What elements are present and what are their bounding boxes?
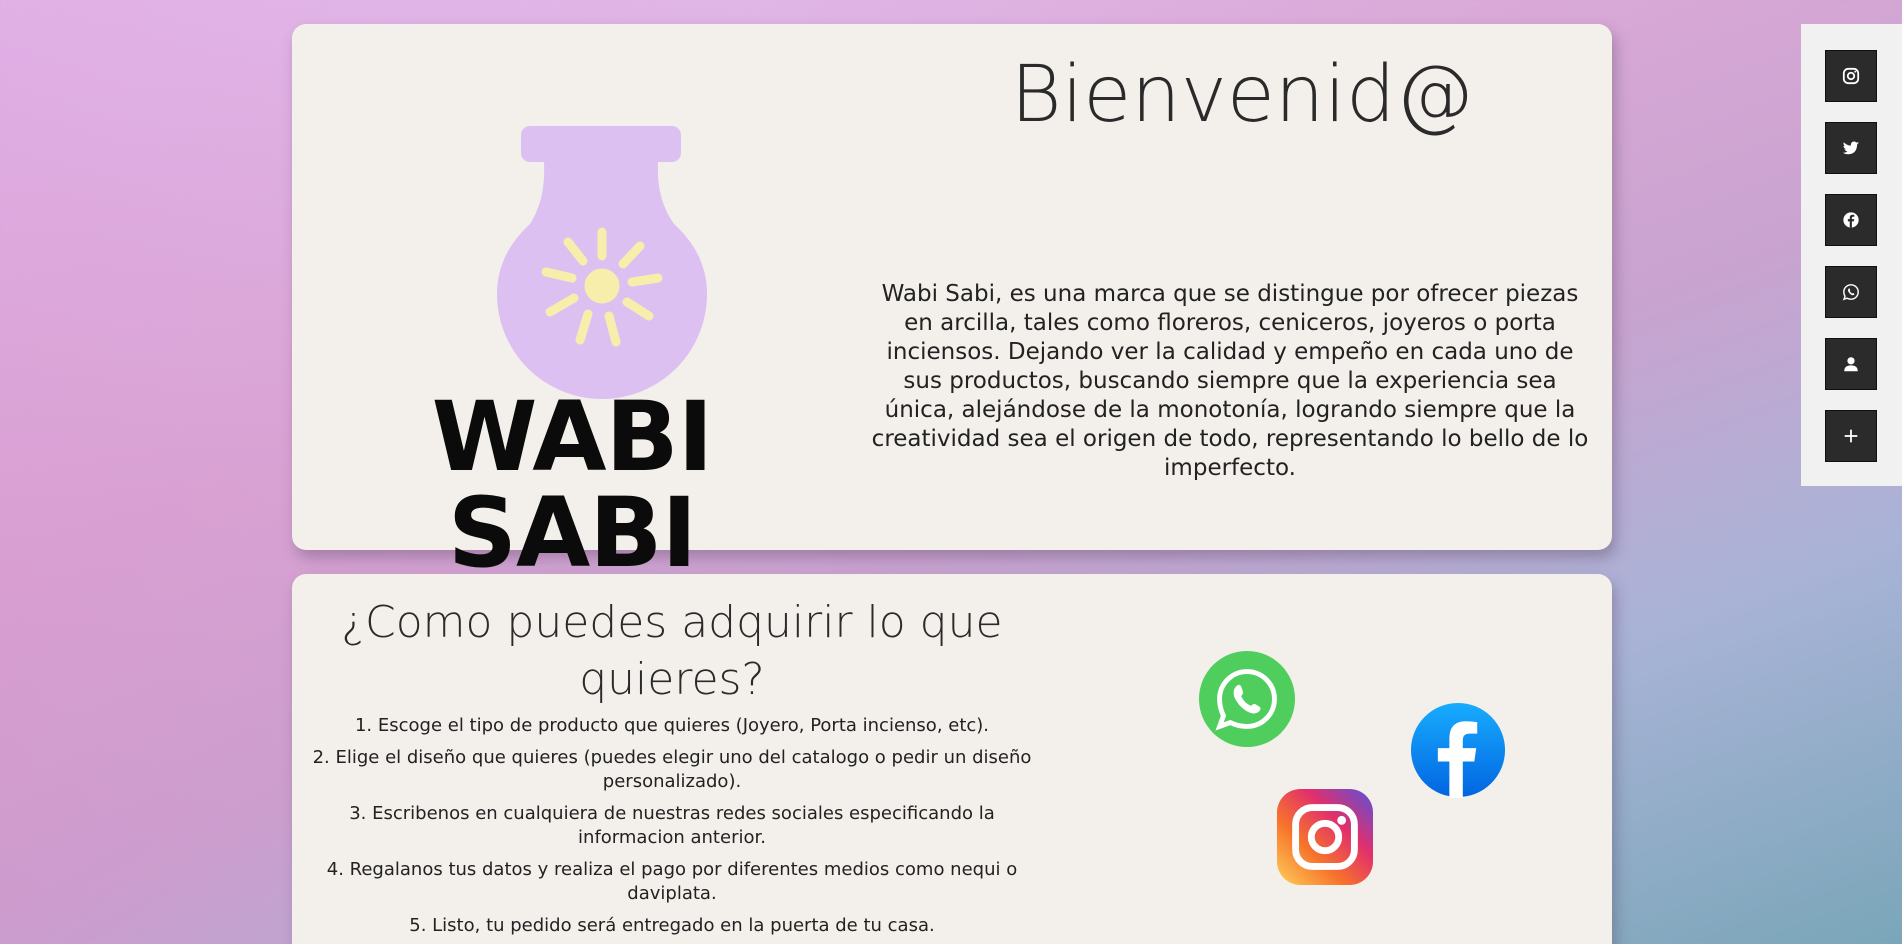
side-twitter-button[interactable]: [1825, 122, 1877, 174]
hero-card: WABI SABI Bienvenid@ Wabi Sabi, es una m…: [292, 24, 1612, 581]
step-item: 5. Listo, tu pedido será entregado en la…: [409, 915, 935, 936]
instagram-icon: [1842, 67, 1860, 85]
instagram-logo-icon[interactable]: [1276, 788, 1374, 886]
welcome-heading: Bienvenid@: [1010, 50, 1474, 140]
side-plus-button[interactable]: [1825, 410, 1877, 462]
how-to-buy-card: ¿Como puedes adquirir lo que quieres? 1.…: [292, 574, 1612, 944]
facebook-logo-icon[interactable]: [1410, 702, 1506, 798]
step-item: 3. Escribenos en cualquiera de nuestras …: [349, 803, 995, 848]
facebook-icon: [1843, 212, 1859, 228]
side-instagram-button[interactable]: [1825, 50, 1877, 102]
how-to-buy-title: ¿Como puedes adquirir lo que quieres?: [341, 597, 1003, 705]
side-facebook-button[interactable]: [1825, 194, 1877, 246]
plus-icon: [1844, 429, 1858, 443]
step-item: 2. Elige el diseño que quieres (puedes e…: [312, 747, 1032, 792]
social-side-menu: [1801, 24, 1902, 486]
whatsapp-logo-icon[interactable]: [1198, 650, 1296, 748]
brand-name: WABI SABI: [431, 381, 714, 589]
user-icon: [1844, 357, 1858, 372]
brand-description: Wabi Sabi, es una marca que se distingue…: [871, 281, 1589, 481]
whatsapp-icon: [1842, 284, 1859, 301]
step-item: 4. Regalanos tus datos y realiza el pago…: [326, 859, 1018, 904]
step-item: 1. Escoge el tipo de producto que quiere…: [354, 715, 990, 736]
side-user-button[interactable]: [1825, 338, 1877, 390]
twitter-icon: [1842, 141, 1860, 155]
side-whatsapp-button[interactable]: [1825, 266, 1877, 318]
steps-list: 1. Escoge el tipo de producto que quiere…: [312, 714, 1032, 944]
